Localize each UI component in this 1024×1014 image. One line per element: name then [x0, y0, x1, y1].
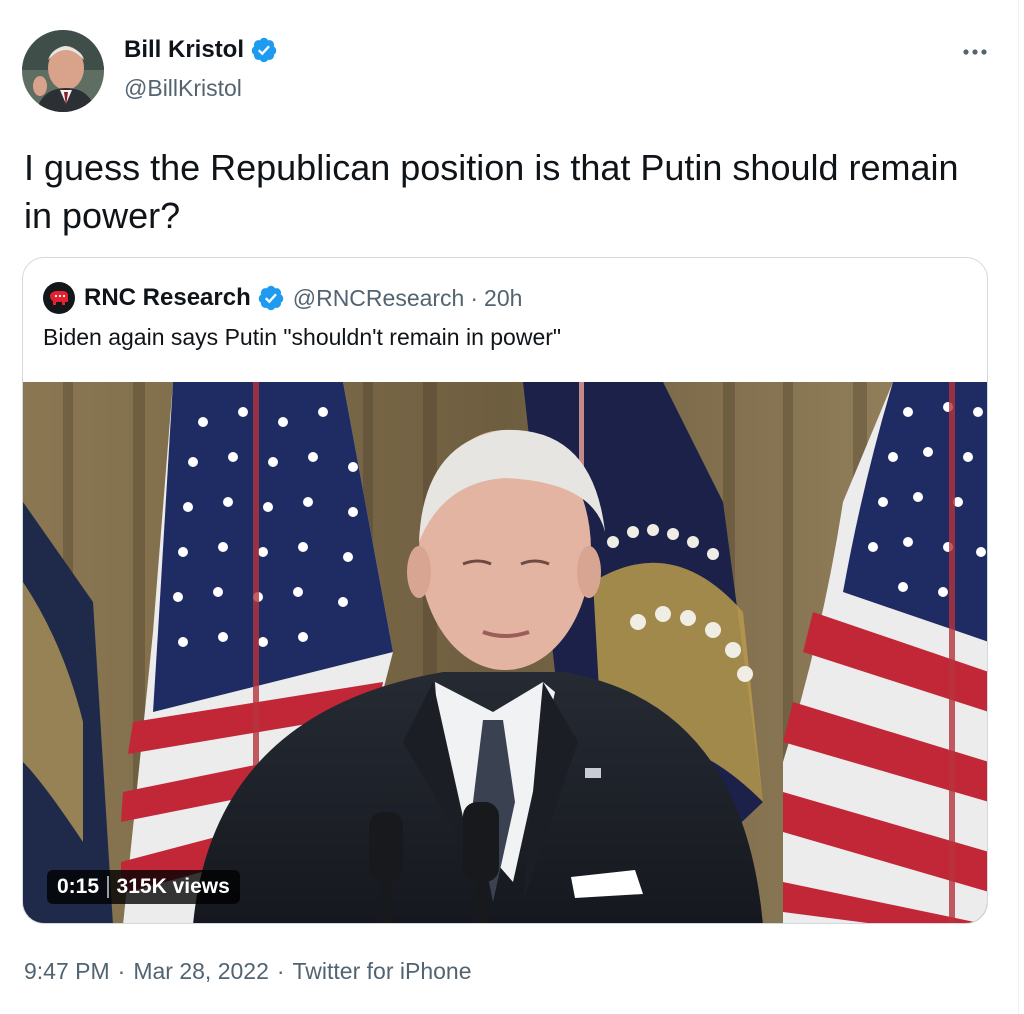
tweet-text: I guess the Republican position is that … [24, 147, 959, 236]
author-name[interactable]: Bill Kristol [124, 36, 244, 64]
author-name-row: Bill Kristol [124, 36, 278, 64]
tweet-source[interactable]: Twitter for iPhone [293, 958, 472, 985]
quoted-tweet-card[interactable]: RNC Research @RNCResearch · 20h Biden ag… [22, 257, 988, 924]
tweet-metadata: 9:47 PM · Mar 28, 2022 · Twitter for iPh… [24, 958, 472, 985]
more-options-icon[interactable] [958, 40, 992, 64]
verified-badge-icon [250, 36, 278, 64]
tweet-date[interactable]: Mar 28, 2022 [133, 958, 269, 985]
badge-divider [107, 876, 109, 898]
timeline-border [1018, 0, 1019, 1014]
separator-dot: · [117, 958, 126, 984]
video-frame [23, 382, 987, 923]
quoted-timestamp: 20h [484, 284, 523, 311]
video-player[interactable]: 0:15 315K views [23, 382, 987, 923]
quoted-tweet-header: RNC Research @RNCResearch · 20h [43, 282, 522, 314]
video-stats-badge: 0:15 315K views [47, 870, 240, 904]
author-handle[interactable]: @BillKristol [124, 75, 242, 102]
quoted-author-handle: @RNCResearch [292, 284, 465, 311]
quoted-author-name: RNC Research [84, 284, 251, 311]
verified-badge-icon [257, 284, 285, 312]
video-views: 315K views [116, 875, 230, 898]
separator-dot: · [276, 958, 285, 984]
separator-dot: · [470, 284, 479, 311]
video-duration: 0:15 [57, 875, 100, 898]
quoted-author-avatar [43, 282, 75, 314]
author-avatar[interactable] [22, 30, 104, 112]
tweet-time[interactable]: 9:47 PM [24, 958, 110, 985]
quoted-tweet-text: Biden again says Putin "shouldn't remain… [43, 324, 562, 350]
